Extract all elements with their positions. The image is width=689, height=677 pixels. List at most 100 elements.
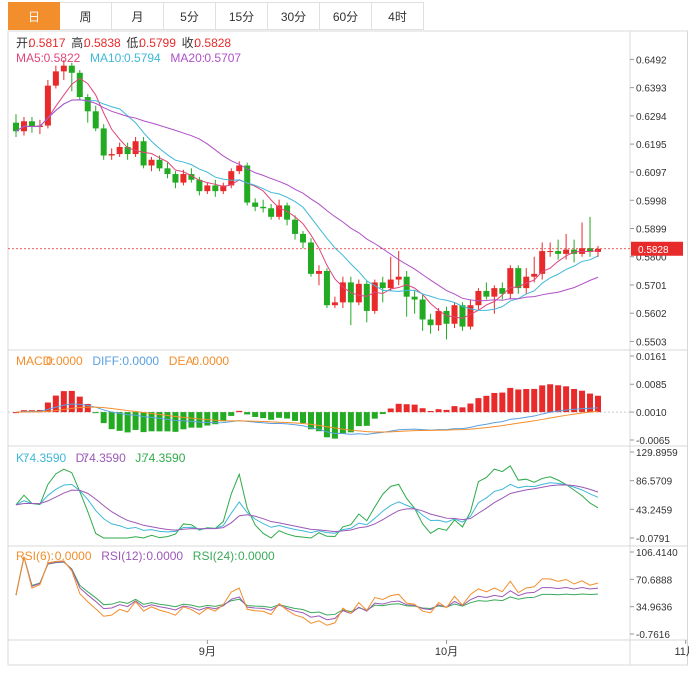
d-value: 74.3590 [82,451,126,465]
macd-bar [427,410,434,413]
kdj-tick-label: 43.2459 [636,505,673,516]
candle-body [204,185,211,192]
rsi6-value: 0.0000 [55,549,92,563]
ma5-label: MA5: [16,51,44,65]
macd-bar [515,389,522,413]
price-tick-label: 0.6393 [636,84,667,95]
macd-bar [300,412,307,424]
candle-body [363,283,370,311]
candle [92,105,99,132]
macd-bar [355,412,362,427]
candle [419,295,426,331]
candle-body [52,71,59,86]
macd-bar [451,406,458,413]
macd-bar [443,409,450,413]
candle [28,117,35,133]
candle-body [379,282,386,289]
macd-bar [347,412,354,433]
candle-body [475,290,482,306]
candle-body [172,174,179,183]
candle-body [331,302,338,306]
macd-bar [411,404,418,413]
macd-bar [387,408,394,413]
diff-label: DIFF: [92,354,122,368]
macd-bar [148,412,155,432]
candle [132,136,139,157]
candle-body [531,273,538,277]
candle-body [76,72,83,98]
rsi24-line [15,556,599,616]
candle [323,268,330,309]
macd-bar [323,412,330,438]
macd-bar [523,389,530,413]
macd-bar [244,412,251,415]
candle-body [451,305,458,324]
candle-body [315,271,322,274]
low-value: 0.5799 [139,36,176,50]
candle-body [555,251,562,254]
macd-bar [539,385,546,413]
candle [307,238,314,277]
candle-body [307,242,314,274]
price-tick-label: 0.6294 [636,112,667,123]
candle-body [515,268,522,289]
candle [555,239,562,260]
macd-bar [52,395,59,413]
candle-body [68,65,75,73]
candle [315,265,322,286]
candle [252,198,259,212]
macd-bar [339,412,346,434]
macd-bar [268,412,275,420]
price-tick-label: 0.6097 [636,168,667,179]
macd-bar [475,398,482,413]
kline-chart-widget: 日周月 5分 15分 30分 60分 4时 0.6492 0.6393 0.6294 0.619… [0,0,689,677]
candle [339,276,346,309]
macd-bar [531,388,538,413]
rsi-tick-label: 106.4140 [636,548,678,559]
candle-body [547,251,554,253]
ma20-value: 0.5707 [204,51,241,65]
macd-bar [499,392,506,413]
rsi24-label: RSI(24): [193,549,238,563]
macd-bar [260,412,267,419]
k-value: 74.3590 [23,451,67,465]
candle [363,280,370,323]
candle-body [395,276,402,280]
candle-body [323,271,330,306]
price-tick-label: 0.5998 [636,196,667,207]
candle [260,199,267,213]
macd-bar [140,412,147,433]
macd-bar [403,404,410,413]
price-tick-label: 0.5503 [636,337,667,348]
candle [220,182,227,194]
candle-body [387,279,394,289]
candle-body [268,208,275,217]
candle [268,203,275,220]
macd-tick-label: 0.0161 [636,352,667,363]
candle-body [355,283,362,303]
candle-body [100,128,107,156]
diff-value: 0.0000 [122,354,159,368]
kdj-j-line [15,465,599,539]
macd-bar [307,412,314,430]
candle [116,142,123,157]
macd-bar [491,392,498,413]
macd-value: 0.0000 [46,354,83,368]
candle-body [459,305,466,327]
candle [387,256,394,291]
candle-body [491,288,498,297]
candle [395,251,402,286]
kdj-k-line [15,482,599,534]
macd-bar [276,412,283,418]
macd-bar [379,412,386,415]
open-value: 0.5817 [29,36,66,50]
rsi12-line [15,556,599,621]
macd-bar [571,388,578,413]
macd-tick-label: 0.0010 [636,408,667,419]
candle-body [435,310,442,326]
candle [172,171,179,189]
candle-body [196,179,203,192]
ma10-label: MA10: [90,51,125,65]
rsi24-value: 0.0000 [238,549,275,563]
candle-body [443,310,450,324]
